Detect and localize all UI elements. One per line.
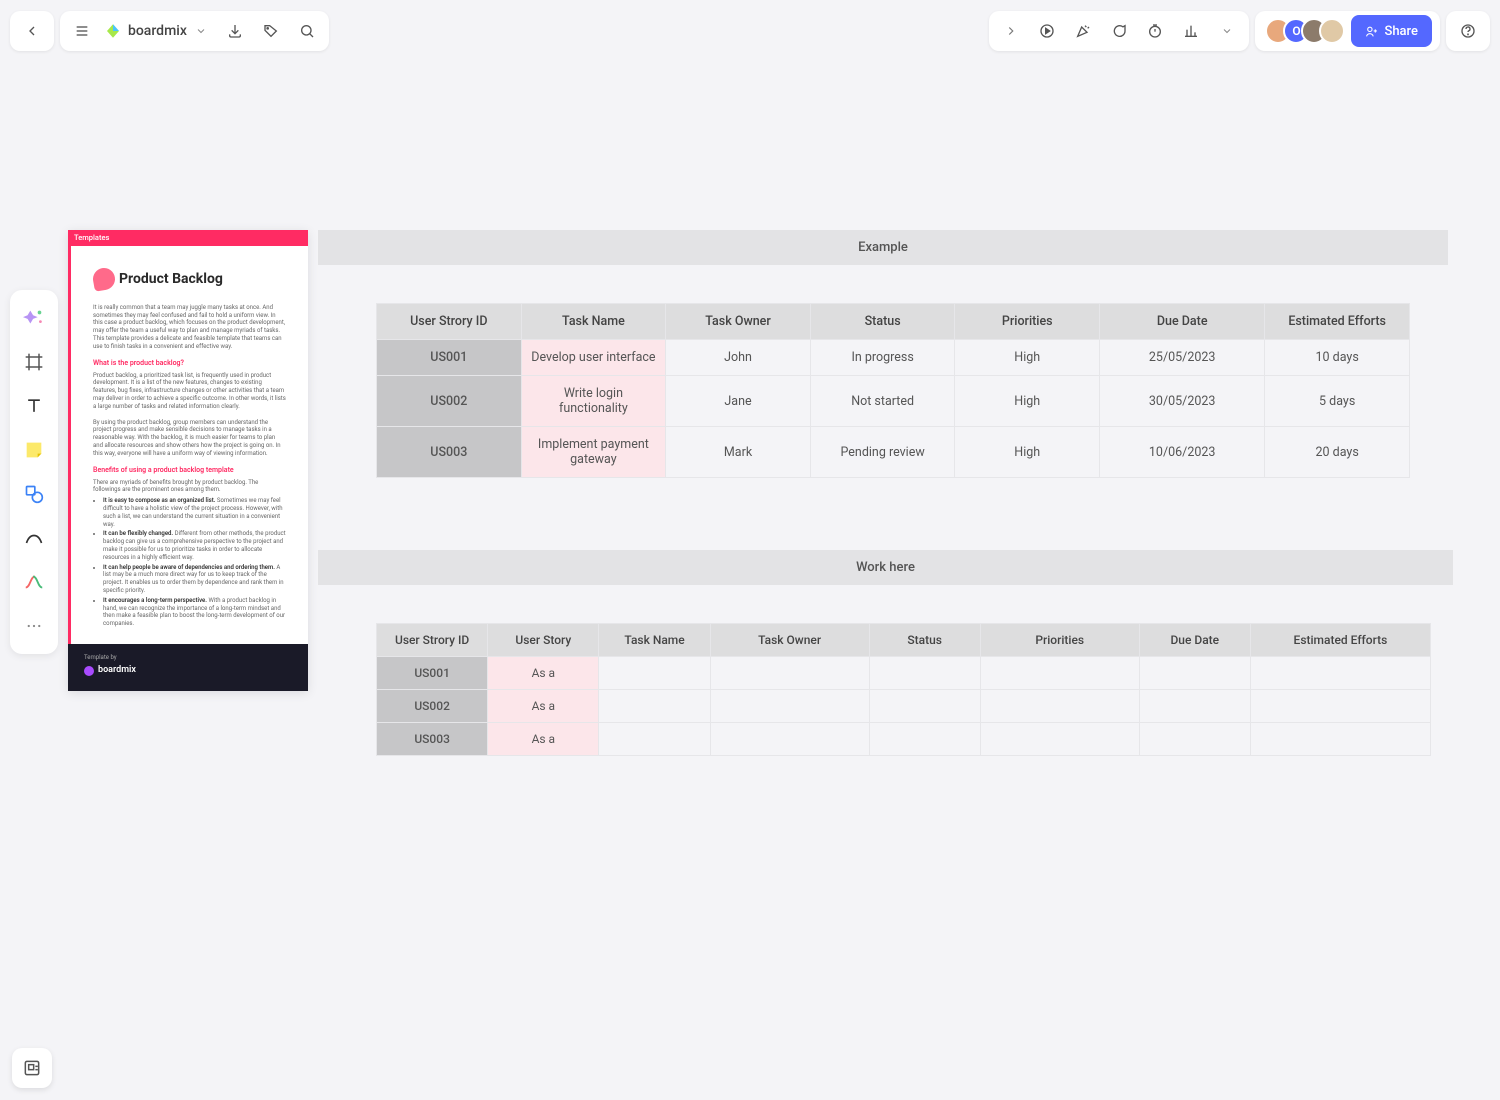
- example-table[interactable]: User Strory ID Task Name Task Owner Stat…: [376, 303, 1410, 478]
- magic-tool[interactable]: [14, 298, 54, 338]
- chevron-down-icon: [195, 25, 207, 37]
- template-title: Product Backlog: [119, 270, 223, 288]
- play-button[interactable]: [1029, 13, 1065, 49]
- blob-icon: [91, 266, 116, 291]
- template-p1: Product backlog, a prioritized task list…: [93, 372, 286, 411]
- top-toolbar: boardmix: [10, 10, 1490, 52]
- menu-button[interactable]: [64, 13, 100, 49]
- template-title-row: Product Backlog: [93, 268, 286, 290]
- more-dropdown[interactable]: [1209, 13, 1245, 49]
- table-row[interactable]: US001 As a: [377, 657, 1431, 690]
- template-benefits-list: It is easy to compose as an organized li…: [93, 497, 286, 628]
- template-intro: It is really common that a team may jugg…: [93, 304, 286, 351]
- example-section[interactable]: Example User Strory ID Task Name Task Ow…: [318, 230, 1448, 496]
- work-table[interactable]: User Strory ID User Story Task Name Task…: [376, 623, 1431, 756]
- table-row[interactable]: US001 Develop user interface John In pro…: [377, 340, 1410, 376]
- template-tag: Templates: [68, 230, 308, 246]
- template-by: Template by: [84, 654, 292, 662]
- tool-sidebar: [10, 290, 58, 654]
- pen-tool[interactable]: [14, 518, 54, 558]
- text-tool[interactable]: [14, 386, 54, 426]
- template-p3: There are myriads of benefits brought by…: [93, 479, 286, 495]
- template-p2: By using the product backlog, group memb…: [93, 419, 286, 458]
- template-h2: Benefits of using a product backlog temp…: [93, 466, 286, 475]
- template-h1: What is the product backlog?: [93, 359, 286, 368]
- canvas[interactable]: Templates Product Backlog It is really c…: [68, 230, 1500, 880]
- example-header: Example: [318, 230, 1448, 265]
- back-button[interactable]: [14, 13, 50, 49]
- share-button[interactable]: Share: [1351, 15, 1432, 47]
- table-row[interactable]: US002 As a: [377, 690, 1431, 723]
- search-button[interactable]: [289, 13, 325, 49]
- collaborator-avatars[interactable]: O: [1265, 18, 1345, 44]
- comment-button[interactable]: [1101, 13, 1137, 49]
- template-card[interactable]: Templates Product Backlog It is really c…: [68, 230, 308, 691]
- shape-tool[interactable]: [14, 474, 54, 514]
- boardmix-logo-icon: [84, 666, 94, 676]
- template-footer: Template by boardmix: [68, 644, 308, 690]
- layers-button[interactable]: [12, 1048, 52, 1088]
- timer-button[interactable]: [1137, 13, 1173, 49]
- sticky-note-tool[interactable]: [14, 430, 54, 470]
- table-row[interactable]: US003 Implement payment gateway Mark Pen…: [377, 427, 1410, 478]
- brand-name: boardmix: [128, 23, 187, 39]
- chart-button[interactable]: [1173, 13, 1209, 49]
- table-row[interactable]: US002 Write login functionality Jane Not…: [377, 376, 1410, 427]
- chevron-right-button[interactable]: [993, 13, 1029, 49]
- more-tools[interactable]: [14, 606, 54, 646]
- table-header-row: User Strory ID User Story Task Name Task…: [377, 624, 1431, 657]
- help-button[interactable]: [1450, 13, 1486, 49]
- work-section[interactable]: Work here User Strory ID User Story Task…: [318, 550, 1453, 774]
- connector-tool[interactable]: [14, 562, 54, 602]
- document-title[interactable]: boardmix: [100, 22, 217, 40]
- table-header-row: User Strory ID Task Name Task Owner Stat…: [377, 304, 1410, 340]
- table-row[interactable]: US003 As a: [377, 723, 1431, 756]
- frame-tool[interactable]: [14, 342, 54, 382]
- work-header: Work here: [318, 550, 1453, 585]
- celebrate-button[interactable]: [1065, 13, 1101, 49]
- footer-brand: boardmix: [98, 665, 136, 677]
- tag-button[interactable]: [253, 13, 289, 49]
- download-button[interactable]: [217, 13, 253, 49]
- share-label: Share: [1384, 24, 1418, 39]
